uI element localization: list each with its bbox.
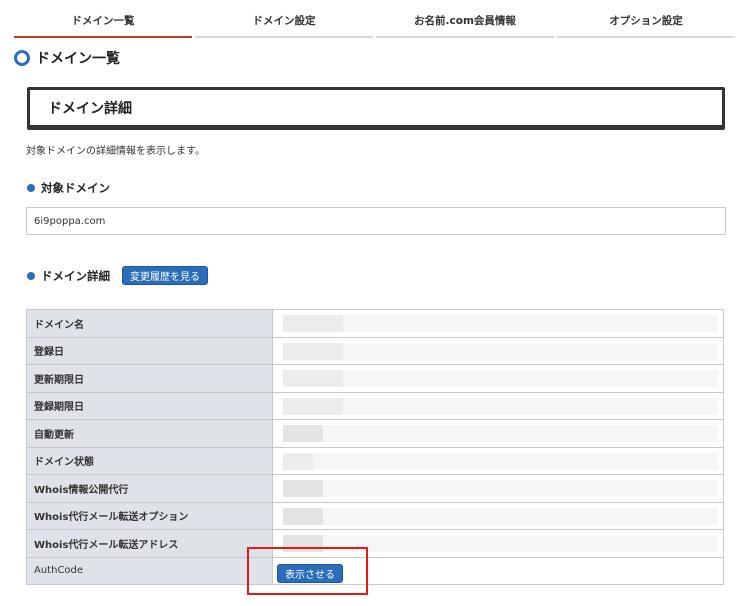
tab-domain-settings[interactable]: ドメイン設定: [195, 0, 373, 40]
table-row: 登録期限日: [26, 391, 724, 420]
tab-member-info[interactable]: お名前.com会員情報: [376, 0, 554, 40]
row-value-redacted: [272, 474, 724, 503]
row-header: ドメイン名: [26, 309, 273, 338]
page-title-text: ドメイン一覧: [36, 51, 120, 67]
bullet-dot-icon: [27, 184, 35, 192]
table-row: AuthCode: [26, 556, 724, 585]
description-text: 対象ドメインの詳細情報を表示します。: [26, 146, 205, 157]
table-row: Whois代行メール転送アドレス: [26, 529, 724, 558]
tab-label: オプション設定: [609, 14, 683, 27]
table-row: Whois情報公開代行: [26, 474, 724, 503]
row-header: 登録日: [26, 336, 273, 365]
domain-details-section-label: ドメイン詳細 変更履歴を見る: [27, 266, 208, 285]
target-domain-section-label: 対象ドメイン: [27, 180, 110, 196]
row-header: ドメイン状態: [26, 446, 273, 475]
panel-heading-text: ドメイン詳細: [48, 100, 132, 117]
target-domain-label: 対象ドメイン: [41, 181, 110, 195]
tab-label: ドメイン一覧: [71, 14, 135, 27]
domain-details-table: ドメイン名 登録日 更新期限日 登録期限日 自動更新 ドメイン状態 Whois情…: [26, 309, 724, 585]
table-row: Whois代行メール転送オプション: [26, 501, 724, 530]
table-row: 自動更新: [26, 419, 724, 448]
row-header: AuthCode: [26, 556, 273, 585]
tab-domain-list[interactable]: ドメイン一覧: [14, 0, 192, 40]
table-row: ドメイン状態: [26, 446, 724, 475]
row-header: Whois情報公開代行: [26, 474, 273, 503]
tab-option-settings[interactable]: オプション設定: [557, 0, 735, 40]
row-header: 更新期限日: [26, 364, 273, 393]
row-value-redacted: [272, 419, 724, 448]
row-value-redacted: [272, 364, 724, 393]
tab-label: ドメイン設定: [252, 14, 316, 27]
row-header: 自動更新: [26, 419, 273, 448]
row-header: Whois代行メール転送オプション: [26, 501, 273, 530]
page-title: ドメイン一覧: [14, 48, 120, 68]
panel-heading: ドメイン詳細: [27, 87, 725, 130]
row-value-redacted: [272, 309, 724, 338]
row-value-redacted: [272, 446, 724, 475]
table-row: 更新期限日: [26, 364, 724, 393]
radio-circle-icon: [14, 50, 30, 66]
target-domain-value: 6i9poppa.com: [34, 215, 106, 227]
table-row: ドメイン名: [26, 309, 724, 338]
table-row: 登録日: [26, 336, 724, 365]
target-domain-field: 6i9poppa.com: [26, 207, 726, 235]
domain-details-label: ドメイン詳細: [41, 268, 110, 283]
row-value-redacted: [272, 501, 724, 530]
row-header: Whois代行メール転送アドレス: [26, 529, 273, 558]
top-tab-bar: ドメイン一覧 ドメイン設定 お名前.com会員情報 オプション設定: [14, 0, 736, 40]
bullet-dot-icon: [27, 271, 35, 280]
row-header: 登録期限日: [26, 391, 273, 420]
view-change-history-button[interactable]: 変更履歴を見る: [122, 266, 208, 285]
row-value-redacted: [272, 336, 724, 365]
highlight-box: [247, 547, 368, 595]
tab-label: お名前.com会員情報: [414, 14, 516, 27]
row-value-redacted: [272, 391, 724, 420]
